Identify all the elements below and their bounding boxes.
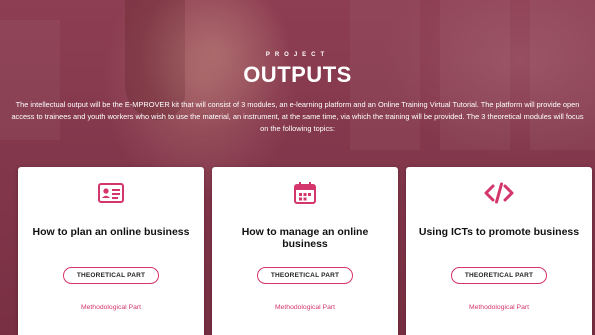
- methodological-part-link[interactable]: Methodological Part: [212, 304, 398, 311]
- module-card-title: How to plan an online business: [32, 226, 190, 238]
- module-card-plan: How to plan an online business THEORETIC…: [18, 167, 204, 335]
- module-card-manage: How to manage an online business THEORET…: [212, 167, 398, 335]
- module-card-ict: Using ICTs to promote business THEORETIC…: [406, 167, 592, 335]
- calendar-icon: [212, 182, 398, 204]
- methodological-part-link[interactable]: Methodological Part: [18, 304, 204, 311]
- methodological-part-link[interactable]: Methodological Part: [406, 304, 592, 311]
- module-card-title: How to manage an online business: [241, 226, 369, 250]
- code-icon: [406, 182, 592, 204]
- theoretical-part-button[interactable]: THEORETICAL PART: [257, 267, 353, 284]
- module-cards: How to plan an online business THEORETIC…: [0, 0, 595, 335]
- module-card-title: Using ICTs to promote business: [418, 226, 580, 238]
- theoretical-part-button[interactable]: THEORETICAL PART: [63, 267, 159, 284]
- theoretical-part-button[interactable]: THEORETICAL PART: [451, 267, 547, 284]
- id-card-icon: [18, 183, 204, 203]
